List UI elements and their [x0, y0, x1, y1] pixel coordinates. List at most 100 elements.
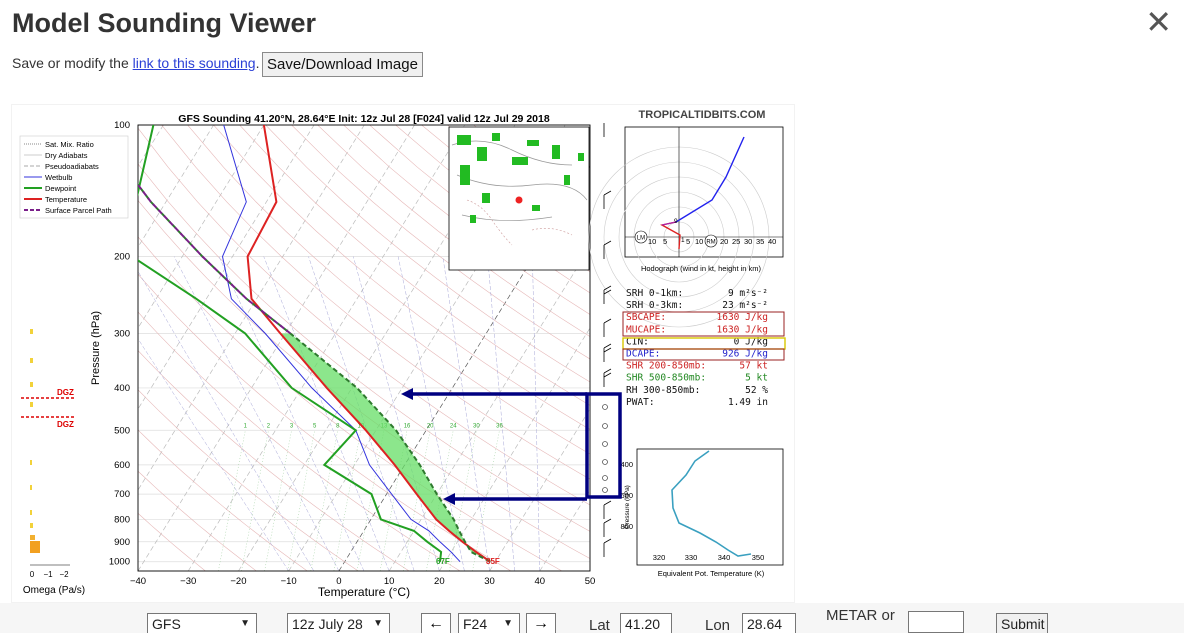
temp-tick-9: 50: [585, 576, 596, 587]
mixing-ratio-label: 24: [450, 423, 457, 429]
mixing-ratio-label: 16: [404, 423, 411, 429]
wind-barb-flag: [603, 240, 612, 246]
legend-sat-mix-ratio: Sat. Mix. Ratio: [45, 140, 94, 149]
skewt-chart: GFS Sounding 41.20°N, 28.64°E Init: 12z …: [12, 109, 786, 599]
chart-title: GFS Sounding 41.20°N, 28.64°E Init: 12z …: [178, 113, 550, 125]
legend-dry-adiabats: Dry Adiabats: [45, 151, 88, 160]
index-label: RH 300-850mb:: [626, 385, 700, 396]
wind-barb-flag: [603, 368, 612, 374]
hodo-ring-label-3: 10: [695, 237, 703, 246]
legend-wetbulb: Wetbulb: [45, 173, 72, 182]
omega-axis-label: Omega (Pa/s): [23, 585, 85, 596]
hodo-ring-label-4: 20: [720, 237, 728, 246]
mixing-ratio-label: 5: [313, 423, 317, 429]
pressure-tick-400: 400: [114, 383, 130, 394]
wind-barb-flag: [603, 343, 612, 349]
theta-x-tick-0: 320: [653, 553, 666, 562]
pressure-tick-500: 500: [114, 425, 130, 436]
next-forecast-button[interactable]: →: [526, 613, 556, 633]
theta-y-tick-0: 400: [620, 460, 633, 469]
forecast-hour-value: F24: [463, 616, 488, 632]
location-map: [448, 126, 590, 271]
mixing-ratio-label: 1: [244, 423, 248, 429]
theta-x-tick-1: 330: [685, 553, 698, 562]
wind-barb-flag: [603, 372, 612, 378]
sounding-modal: Model Sounding Viewer ✕ Save or modify t…: [0, 0, 1184, 633]
save-download-image-button[interactable]: Save/Download Image: [262, 52, 423, 77]
index-label: MUCAPE:: [626, 324, 666, 335]
model-select[interactable]: GFS ▼: [147, 613, 257, 633]
omega-tick-2: −2: [59, 570, 69, 579]
hodo-ring-label-1: 5: [663, 237, 667, 246]
prev-forecast-button[interactable]: ←: [421, 613, 451, 633]
temp-tick-3: −10: [281, 576, 297, 587]
cape-area: [280, 333, 491, 562]
wind-barb-flag: [603, 190, 612, 196]
mixing-ratio-label: 20: [427, 423, 434, 429]
index-value: 926 J/kg: [722, 349, 768, 360]
model-select-value: GFS: [152, 616, 181, 632]
chevron-down-icon: ▼: [240, 618, 250, 629]
omega-column: DGZ DGZ 0 −1 −2 Omega (Pa/s): [21, 329, 85, 596]
mixing-ratio-label: 2: [267, 423, 271, 429]
index-label: SRH 0-1km:: [626, 288, 683, 299]
isotherm-line: [138, 125, 365, 491]
index-label: PWAT:: [626, 397, 655, 408]
chevron-down-icon: ▼: [503, 618, 513, 629]
temp-tick-0: −40: [130, 576, 146, 587]
wind-barb-flag: [603, 518, 612, 524]
theta-x-tick-2: 340: [718, 553, 731, 562]
wind-barb-flag: [603, 500, 612, 506]
mixing-ratio-label: 3: [290, 423, 294, 429]
surface-temp-label: 85F: [486, 557, 500, 566]
x-axis-label: Temperature (°C): [318, 585, 410, 599]
index-label: SHR 500-850mb:: [626, 373, 706, 384]
pressure-tick-100: 100: [114, 120, 130, 131]
omega-tick-1: −1: [43, 570, 53, 579]
chevron-down-icon: ▼: [373, 618, 383, 629]
theta-e-plot: 400 600 800 320 330 340 350 Equivalent P…: [620, 448, 784, 578]
legend-dewpoint: Dewpoint: [45, 184, 77, 193]
lon-label: Lon: [705, 617, 731, 633]
run-select[interactable]: 12z July 28 ▼: [287, 613, 390, 633]
sounding-permalink[interactable]: link to this sounding: [133, 55, 256, 71]
index-value: 1.49 in: [728, 397, 768, 408]
hodo-ring-label-6: 30: [744, 237, 752, 246]
isotherm-line: [12, 125, 13, 571]
temp-tick-5: 10: [384, 576, 395, 587]
pressure-tick-800: 800: [114, 514, 130, 525]
omega-tick-0: 0: [30, 570, 35, 579]
wind-barb-flag: [603, 347, 612, 353]
index-value: 9 m²s⁻²: [728, 288, 768, 299]
mixing-ratio-label: 30: [473, 423, 480, 429]
index-label: DCAPE:: [626, 349, 660, 360]
close-icon[interactable]: ✕: [1145, 4, 1172, 40]
subtitle-prefix: Save or modify the: [12, 55, 133, 71]
hodo-ring-label-2: 5: [686, 237, 690, 246]
pressure-tick-900: 900: [114, 537, 130, 548]
hodo-lm-label: LM: [637, 236, 645, 242]
hodo-height-label-0: 9: [674, 218, 678, 225]
index-label: SBCAPE:: [626, 312, 666, 323]
temp-tick-8: 40: [534, 576, 545, 587]
lon-input[interactable]: [742, 613, 796, 633]
hodo-ring-label-0: 10: [648, 237, 656, 246]
temp-tick-6: 20: [434, 576, 445, 587]
hodo-rm-label: RM: [706, 240, 715, 246]
legend-surface-parcel-path: Surface Parcel Path: [45, 206, 112, 215]
index-label: SHR 200-850mb:: [626, 361, 706, 372]
submit-button[interactable]: Submit: [996, 613, 1048, 633]
surface-dewpoint-label: 67F: [436, 557, 450, 566]
hodo-ring-label-8: 40: [768, 237, 776, 246]
mixing-ratio-line: [310, 430, 338, 571]
wind-barbs: [603, 123, 612, 557]
lat-input[interactable]: [620, 613, 672, 633]
pressure-tick-600: 600: [114, 460, 130, 471]
pressure-tick-300: 300: [114, 328, 130, 339]
dgz-label-bottom: DGZ: [57, 420, 74, 429]
mixing-ratio-label: 8: [336, 423, 340, 429]
metar-input[interactable]: [908, 611, 964, 633]
y-axis-label: Pressure (hPa): [90, 311, 102, 385]
forecast-hour-select[interactable]: F24 ▼: [458, 613, 520, 633]
index-value: 1630 J/kg: [717, 312, 768, 323]
